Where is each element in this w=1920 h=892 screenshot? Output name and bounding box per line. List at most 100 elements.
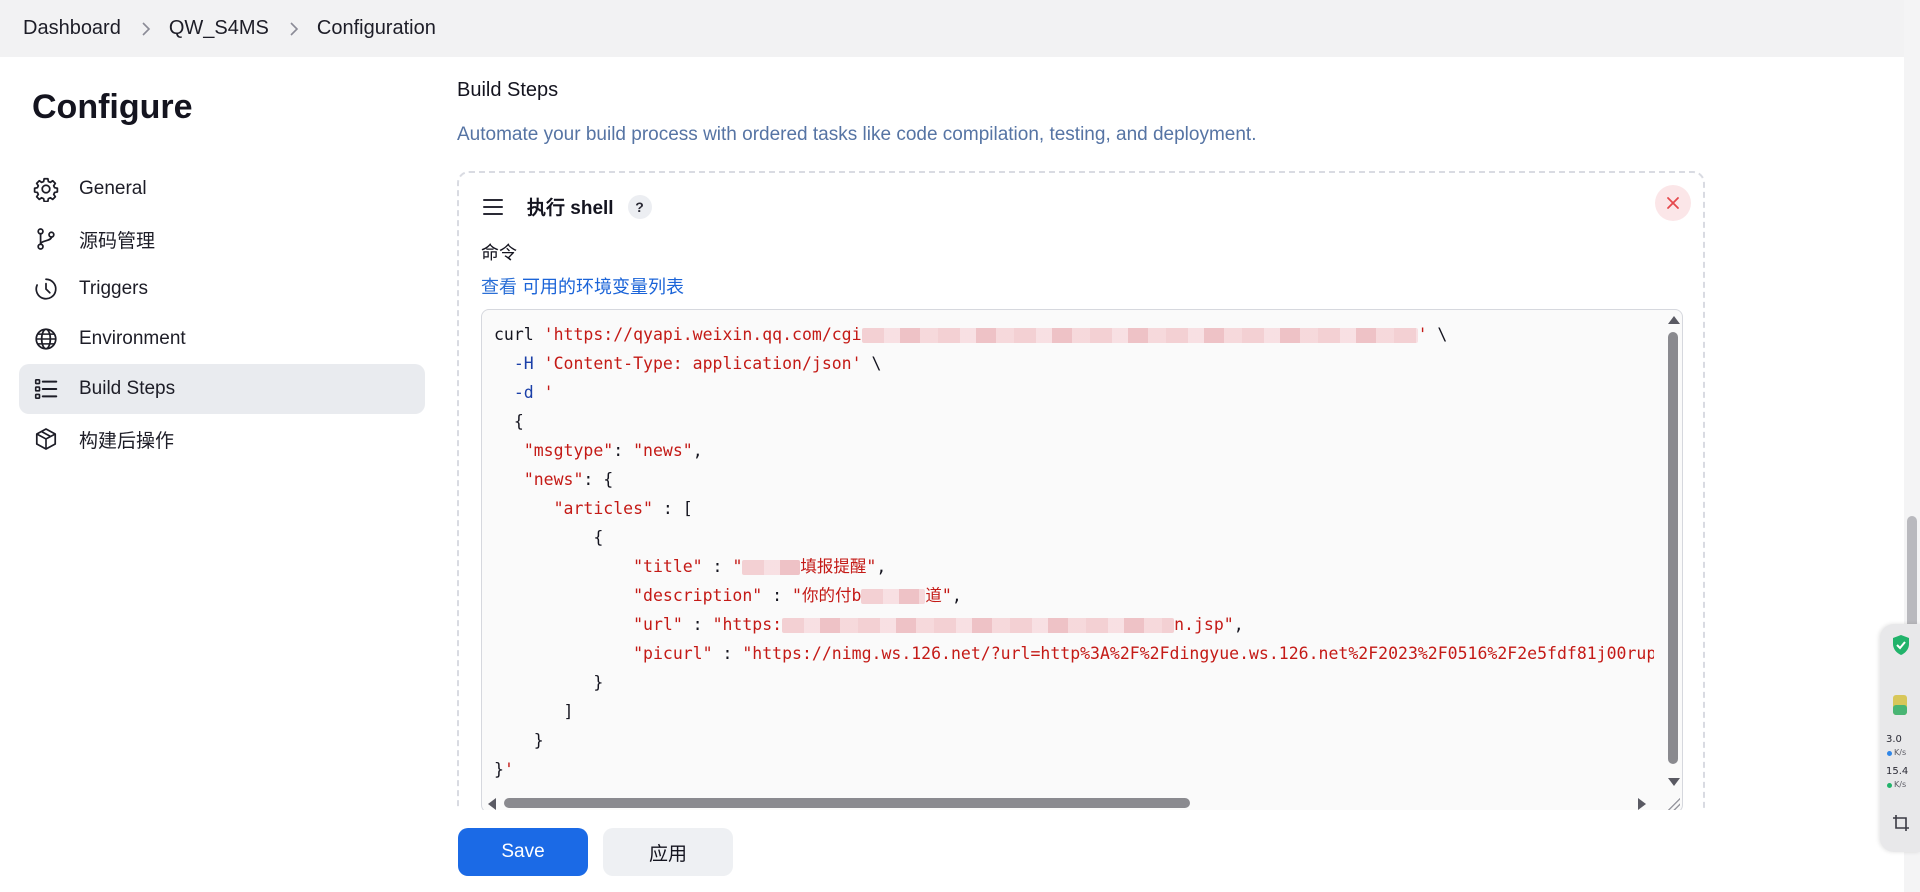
code-token: }: [494, 731, 544, 750]
bottom-action-bar: [0, 810, 1920, 892]
code-token: "https:: [712, 615, 783, 634]
sidebar-title: Configure: [32, 88, 193, 126]
chevron-right-icon: [289, 21, 299, 36]
code-token: \: [1427, 325, 1448, 344]
code-token: :: [613, 441, 634, 460]
code-token: -d: [494, 383, 544, 402]
globe-icon: [33, 326, 59, 352]
code-token: }: [494, 760, 504, 779]
gauge-icon: [1893, 695, 1907, 715]
code-token: ,: [1233, 615, 1244, 634]
code-token: "https://nimg.ws.126.net/?url=http%3A%2F…: [742, 644, 1654, 663]
clock-icon: [33, 276, 59, 302]
code-token: "你的付b: [792, 586, 862, 605]
code-token: \: [861, 354, 882, 373]
horizontal-scrollbar[interactable]: [486, 796, 1662, 810]
command-code[interactable]: curl 'https://qyapi.weixin.qq.com/cgi ' \…: [494, 320, 1654, 790]
code-token: ': [543, 383, 554, 402]
network-speed-widget[interactable]: 3.0 K/s 15.4 K/s: [1880, 624, 1920, 852]
list-icon: [33, 376, 59, 402]
code-token: 'Content-Type: application/json': [543, 354, 862, 373]
code-token: "news": [633, 441, 693, 460]
sidebar-item-label: Build Steps: [79, 378, 176, 399]
build-step-card: 执行 shell ? 命令 查看 可用的环境变量列表 curl 'https:/…: [457, 171, 1705, 831]
apply-button[interactable]: 应用: [603, 828, 733, 876]
delete-step-button[interactable]: [1655, 185, 1691, 221]
chevron-right-icon: [141, 21, 151, 36]
redacted-region: [742, 560, 801, 575]
breadcrumb-job[interactable]: QW_S4MS: [169, 17, 269, 40]
breadcrumb: Dashboard QW_S4MS Configuration: [0, 0, 1920, 57]
code-token: :: [702, 557, 733, 576]
scroll-down-arrow-icon[interactable]: [1668, 778, 1680, 786]
code-token: :: [712, 644, 743, 663]
resize-handle-icon[interactable]: [1668, 798, 1680, 810]
sidebar-item-environment[interactable]: Environment: [19, 314, 425, 364]
scroll-up-arrow-icon[interactable]: [1668, 316, 1680, 324]
code-token: "title": [633, 557, 703, 576]
code-token: ,: [951, 586, 962, 605]
package-icon: [33, 426, 59, 452]
sidebar-item-source-control[interactable]: 源码管理: [19, 214, 425, 264]
sidebar-item-label: 构建后操作: [79, 430, 175, 452]
screenshot-crop-icon[interactable]: [1892, 814, 1910, 832]
drag-handle-icon[interactable]: [483, 198, 503, 215]
sidebar-item-label: General: [79, 178, 147, 199]
close-icon: [1667, 197, 1679, 209]
scroll-right-arrow-icon[interactable]: [1638, 798, 1646, 810]
help-icon[interactable]: ?: [627, 194, 652, 219]
save-button[interactable]: Save: [458, 828, 588, 876]
code-token: curl: [494, 325, 544, 344]
build-step-title: 执行 shell: [527, 198, 614, 219]
code-token: }: [494, 673, 604, 692]
code-token: -H: [494, 354, 544, 373]
build-step-header: 执行 shell ?: [483, 193, 652, 220]
section-title: Build Steps: [457, 79, 559, 101]
code-token: ': [1417, 325, 1428, 344]
sidebar-item-build-steps[interactable]: Build Steps: [19, 364, 425, 414]
upload-arrow-icon: [1887, 751, 1892, 756]
horizontal-scroll-thumb[interactable]: [504, 798, 1190, 808]
env-vars-link[interactable]: 可用的环境变量列表: [522, 277, 684, 297]
code-token: : [: [652, 499, 693, 518]
code-token: ,: [876, 557, 887, 576]
code-token: 道": [925, 586, 952, 605]
code-token: ,: [692, 441, 703, 460]
redacted-region: [861, 328, 1418, 343]
vertical-scrollbar[interactable]: [1666, 314, 1680, 790]
sidebar-item-general[interactable]: General: [19, 164, 425, 214]
sidebar-item-label: 源码管理: [79, 230, 156, 252]
redacted-region: [782, 618, 1175, 633]
sidebar-item-label: Environment: [79, 328, 186, 349]
code-token: "msgtype": [523, 441, 614, 460]
vertical-scroll-thumb[interactable]: [1668, 332, 1678, 764]
breadcrumb-configuration[interactable]: Configuration: [317, 17, 436, 40]
sidebar-nav: General 源码管理 Triggers Environment Build …: [19, 164, 425, 464]
shield-check-icon: [1893, 635, 1909, 655]
upload-speed-unit: K/s: [1894, 748, 1907, 757]
env-vars-prefix: 查看: [481, 277, 517, 297]
code-token: :: [682, 615, 713, 634]
code-token: 填报提醒": [800, 557, 877, 576]
code-token: 'https://qyapi.weixin.qq.com/cgi: [543, 325, 862, 344]
sidebar-item-post-build[interactable]: 构建后操作: [19, 414, 425, 464]
code-token: "articles": [553, 499, 653, 518]
git-branch-icon: [33, 226, 59, 252]
code-token: ]: [494, 702, 574, 721]
sidebar-item-triggers[interactable]: Triggers: [19, 264, 425, 314]
command-textarea[interactable]: curl 'https://qyapi.weixin.qq.com/cgi ' \…: [481, 309, 1683, 813]
sidebar-item-label: Triggers: [79, 278, 148, 299]
code-token: {: [494, 412, 524, 431]
code-token: :: [762, 586, 793, 605]
code-token: : {: [583, 470, 614, 489]
download-speed-unit: K/s: [1894, 780, 1907, 789]
command-label: 命令: [481, 243, 517, 263]
env-vars-hint: 查看 可用的环境变量列表: [481, 273, 684, 299]
download-speed-value: 15.4: [1886, 766, 1909, 777]
redacted-region: [861, 589, 926, 604]
code-token: "url": [633, 615, 683, 634]
breadcrumb-dashboard[interactable]: Dashboard: [23, 17, 121, 40]
section-description: Automate your build process with ordered…: [457, 124, 1257, 145]
scroll-left-arrow-icon[interactable]: [488, 798, 496, 810]
code-token: n.jsp": [1174, 615, 1234, 634]
